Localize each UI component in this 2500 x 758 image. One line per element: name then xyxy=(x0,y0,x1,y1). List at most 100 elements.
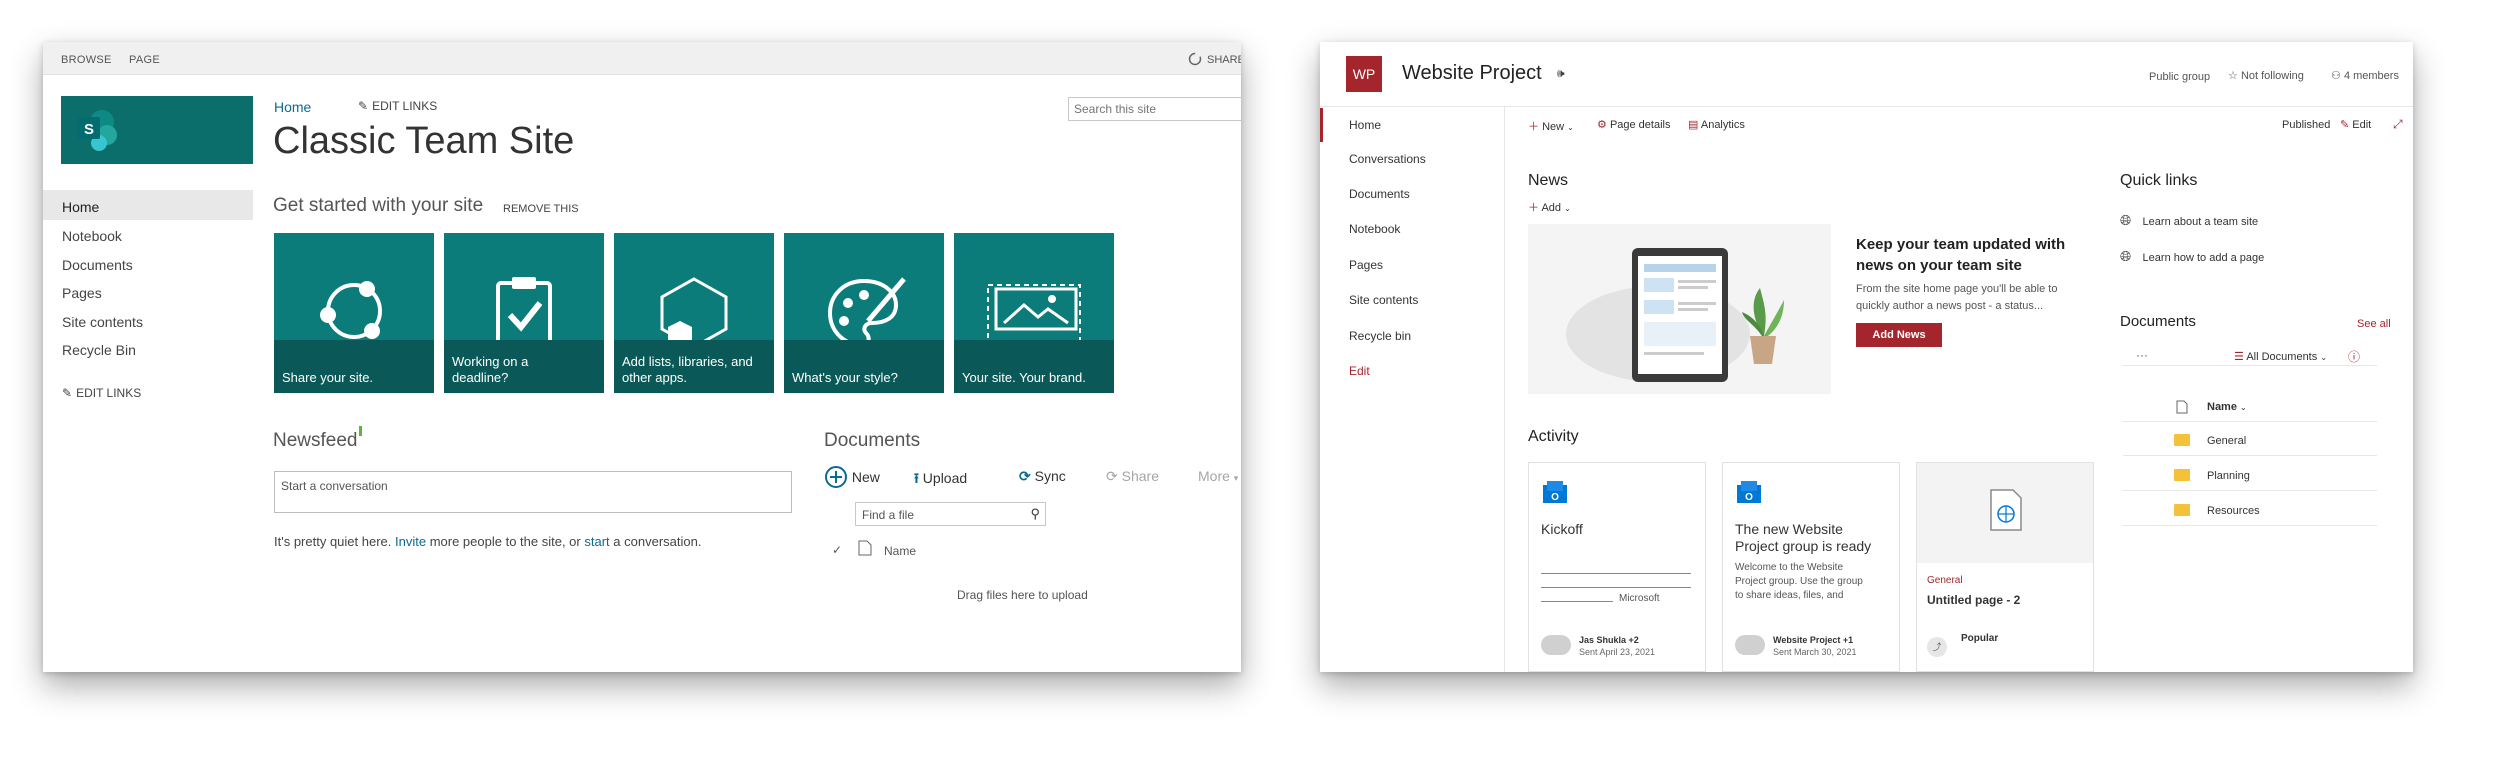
new-document-button[interactable]: New xyxy=(824,465,880,489)
nav-item-conversations[interactable]: Conversations xyxy=(1349,152,1426,166)
quick-link-label: Learn about a team site xyxy=(2142,216,2259,228)
nav-item-documents[interactable]: Documents xyxy=(62,257,133,273)
more-label: More xyxy=(1198,468,1230,484)
search-input[interactable] xyxy=(1069,98,1241,120)
follow-button[interactable]: ☆ Not following xyxy=(2228,69,2304,82)
pencil-icon: ✎ xyxy=(62,386,73,400)
tile-deadline[interactable]: Working on a deadline? xyxy=(444,233,604,393)
see-all-link[interactable]: See all xyxy=(2357,318,2391,330)
start-link[interactable]: start xyxy=(584,534,609,549)
nav-item-notebook[interactable]: Notebook xyxy=(62,228,122,244)
news-illustration xyxy=(1528,224,1831,394)
site-title[interactable]: Website Project xyxy=(1402,62,1542,85)
members-label: 4 members xyxy=(2343,70,2399,82)
nav-edit-link[interactable]: Edit xyxy=(1349,364,1370,378)
trending-icon: ⤴ xyxy=(1927,637,1947,657)
column-name-label: Name xyxy=(2207,401,2237,413)
column-header-name[interactable]: Name ⌄ xyxy=(2207,401,2247,413)
card-title: The new Website Project group is ready xyxy=(1735,521,1872,554)
find-file-box[interactable]: Find a file ⚲ xyxy=(855,502,1046,526)
new-label: New xyxy=(851,469,880,485)
view-label: All Documents xyxy=(2246,351,2318,363)
nav-item-recycle-bin[interactable]: Recycle bin xyxy=(1349,329,1411,343)
tile-brand[interactable]: Your site. Your brand. xyxy=(954,233,1114,393)
more-button[interactable]: More ▾ xyxy=(1198,468,1238,484)
get-started-heading: Get started with your site xyxy=(273,195,484,216)
svg-text:O: O xyxy=(1745,492,1753,503)
conversation-box[interactable]: Start a conversation xyxy=(274,471,792,513)
nav-item-pages[interactable]: Pages xyxy=(62,285,102,301)
activity-card-welcome[interactable]: O The new Website Project group is ready … xyxy=(1722,462,1900,672)
nav-item-home[interactable]: Home xyxy=(1320,108,1504,142)
search-icon[interactable]: ⚲ xyxy=(1030,506,1040,522)
card-title: Untitled page - 2 xyxy=(1927,593,2021,607)
search-box[interactable] xyxy=(1068,97,1241,121)
analytics-label: Analytics xyxy=(1700,119,1745,131)
snippet-line xyxy=(1541,573,1691,574)
tile-add-apps[interactable]: Add lists, libraries, and other apps. xyxy=(614,233,774,393)
nav-item-recycle-bin[interactable]: Recycle Bin xyxy=(62,342,136,358)
more-options-icon[interactable]: ··· xyxy=(2136,348,2148,362)
share-doc-button[interactable]: ⟳ Share xyxy=(1106,468,1159,485)
edit-links-label: EDIT LINKS xyxy=(372,99,438,113)
edit-page-button[interactable]: ✎ Edit xyxy=(2340,118,2371,131)
folder-icon xyxy=(2174,434,2190,446)
chevron-down-icon: ⌄ xyxy=(1567,123,1574,132)
nav-item-documents[interactable]: Documents xyxy=(1349,187,1410,201)
upload-button[interactable]: ⭱ Upload xyxy=(914,468,967,492)
avatar-group xyxy=(1541,635,1571,655)
nav-item-site-contents[interactable]: Site contents xyxy=(62,314,143,330)
expand-icon[interactable]: ⤢ xyxy=(2393,117,2403,132)
modern-team-site-window: WP Website Project 🕪 Public group ☆ Not … xyxy=(1320,42,2413,672)
remove-this-link[interactable]: REMOVE THIS xyxy=(503,203,579,215)
site-logo[interactable]: S xyxy=(61,96,253,164)
nav-item-pages[interactable]: Pages xyxy=(1349,258,1383,272)
new-menu-button[interactable]: ＋ New ⌄ xyxy=(1528,118,1574,134)
documents-heading: Documents xyxy=(824,430,921,451)
nav-item-home[interactable]: Home xyxy=(43,190,253,220)
edit-links-top[interactable]: ✎ EDIT LINKS xyxy=(358,99,437,113)
sync-button[interactable]: ⟳ Sync xyxy=(1019,468,1066,485)
members-button[interactable]: ⚇ 4 members xyxy=(2331,69,2399,82)
docs-divider xyxy=(2123,365,2377,366)
add-news-button[interactable]: Add News xyxy=(1856,323,1942,347)
tile-caption: What's your style? xyxy=(792,370,898,385)
activity-card-page[interactable]: General Untitled page - 2 ⤴ Popular xyxy=(1916,462,2094,672)
tile-style[interactable]: What's your style? xyxy=(784,233,944,393)
nav-item-notebook[interactable]: Notebook xyxy=(1349,222,1400,236)
invite-link[interactable]: Invite xyxy=(395,534,426,549)
quick-link-add-page[interactable]: 🌐︎ Learn how to add a page xyxy=(2120,248,2264,265)
quick-link-label: Learn how to add a page xyxy=(2142,252,2265,264)
column-header-name[interactable]: Name xyxy=(884,544,916,558)
outlook-conversation-icon: O xyxy=(1543,481,1567,503)
avatar-group xyxy=(1735,635,1765,655)
news-add-button[interactable]: ＋ Add ⌄ xyxy=(1528,199,1571,215)
share-button[interactable]: SHARE xyxy=(1187,51,1241,72)
page-details-button[interactable]: ⚙ Page details xyxy=(1597,118,1670,131)
ribbon-tab-browse[interactable]: BROWSE xyxy=(61,54,112,66)
tile-share-site[interactable]: Share your site. xyxy=(274,233,434,393)
find-file-placeholder: Find a file xyxy=(862,508,915,522)
edit-links-left[interactable]: ✎ EDIT LINKS xyxy=(62,386,141,400)
view-selector[interactable]: ☰ All Documents ⌄ xyxy=(2234,350,2327,363)
quick-link-team-site[interactable]: 🌐︎ Learn about a team site xyxy=(2120,212,2258,229)
folder-item-general[interactable]: General xyxy=(2207,435,2246,447)
card-category: General xyxy=(1927,575,1963,586)
ribbon-tab-page[interactable]: PAGE xyxy=(129,54,160,66)
activity-card-kickoff[interactable]: O Kickoff Microsoft Jas Shukla +2 Sent A… xyxy=(1528,462,1706,672)
card-title: Kickoff xyxy=(1541,521,1583,537)
ribbon-bar: BROWSE PAGE SHARE xyxy=(43,42,1241,75)
card-author: Website Project +1 xyxy=(1773,635,1854,645)
folder-item-planning[interactable]: Planning xyxy=(2207,470,2250,482)
select-all-check-icon[interactable]: ✓ xyxy=(832,543,842,557)
site-logo-initials[interactable]: WP xyxy=(1346,56,1382,92)
gear-icon: ⚙ xyxy=(1597,119,1607,131)
breadcrumb-home[interactable]: Home xyxy=(274,99,311,115)
chevron-down-icon: ⌄ xyxy=(1564,204,1571,213)
analytics-button[interactable]: ▤ Analytics xyxy=(1688,118,1745,131)
docs-divider xyxy=(2123,490,2377,491)
info-icon[interactable]: ⓘ xyxy=(2348,348,2360,365)
speaker-icon[interactable]: 🕪 xyxy=(1557,66,1565,81)
folder-item-resources[interactable]: Resources xyxy=(2207,505,2260,517)
nav-item-site-contents[interactable]: Site contents xyxy=(1349,293,1418,307)
